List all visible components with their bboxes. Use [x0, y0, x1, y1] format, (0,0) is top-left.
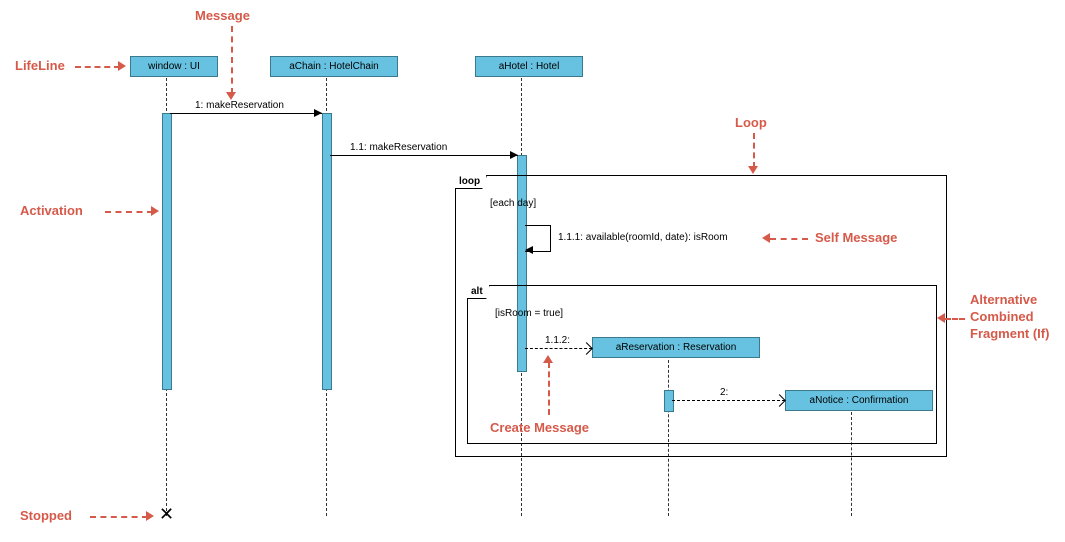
- annot-activation-head: [151, 206, 159, 216]
- annot-stopped-head: [146, 511, 154, 521]
- annot-activation: Activation: [20, 203, 83, 218]
- annot-selfmsg-arrow: [770, 238, 808, 240]
- annot-altfrag: Alternative Combined Fragment (If): [970, 292, 1060, 343]
- fragment-alt-label: alt: [467, 285, 490, 299]
- message-2-line: [672, 400, 785, 401]
- self-message-arrow: [525, 246, 533, 254]
- annot-loop: Loop: [735, 115, 767, 130]
- message-11-label: 1.1: makeReservation: [350, 142, 447, 153]
- destruction-x: ✕: [159, 509, 174, 519]
- annot-loop-arrow: [753, 133, 755, 168]
- guard-alt: [isRoom = true]: [495, 308, 563, 319]
- lifeline-ui: window : UI: [130, 56, 218, 77]
- annot-createmsg: Create Message: [490, 420, 589, 435]
- annot-altfrag-head: [937, 313, 945, 323]
- annot-message-arrow: [231, 26, 233, 94]
- message-2-label: 2:: [720, 387, 728, 398]
- message-11-arrow: [510, 151, 518, 159]
- annot-altfrag-arrow: [945, 318, 965, 320]
- lifeline-chain: aChain : HotelChain: [270, 56, 398, 77]
- message-11-line: [330, 155, 518, 156]
- annot-message-head: [226, 92, 236, 100]
- annot-createmsg-arrow: [548, 362, 550, 415]
- annot-selfmsg: Self Message: [815, 230, 897, 245]
- lifeline-hotel: aHotel : Hotel: [475, 56, 583, 77]
- annot-loop-head: [748, 166, 758, 174]
- message-112-label: 1.1.2:: [545, 335, 570, 346]
- annot-stopped: Stopped: [20, 508, 72, 523]
- message-1-arrow: [314, 109, 322, 117]
- message-1-label: 1: makeReservation: [195, 100, 284, 111]
- message-1-line: [170, 113, 322, 114]
- annot-lifeline-arrow: [75, 66, 120, 68]
- annot-selfmsg-head: [762, 233, 770, 243]
- activation-ui: [162, 113, 172, 390]
- fragment-loop-label: loop: [455, 175, 487, 189]
- annot-stopped-arrow: [90, 516, 148, 518]
- annot-lifeline-head: [118, 61, 126, 71]
- annot-message: Message: [195, 8, 250, 23]
- guard-loop: [each day]: [490, 198, 536, 209]
- annot-createmsg-head: [543, 355, 553, 363]
- annot-activation-arrow: [105, 211, 153, 213]
- annot-lifeline: LifeLine: [15, 58, 65, 73]
- message-111-label: 1.1.1: available(roomId, date): isRoom: [558, 232, 728, 243]
